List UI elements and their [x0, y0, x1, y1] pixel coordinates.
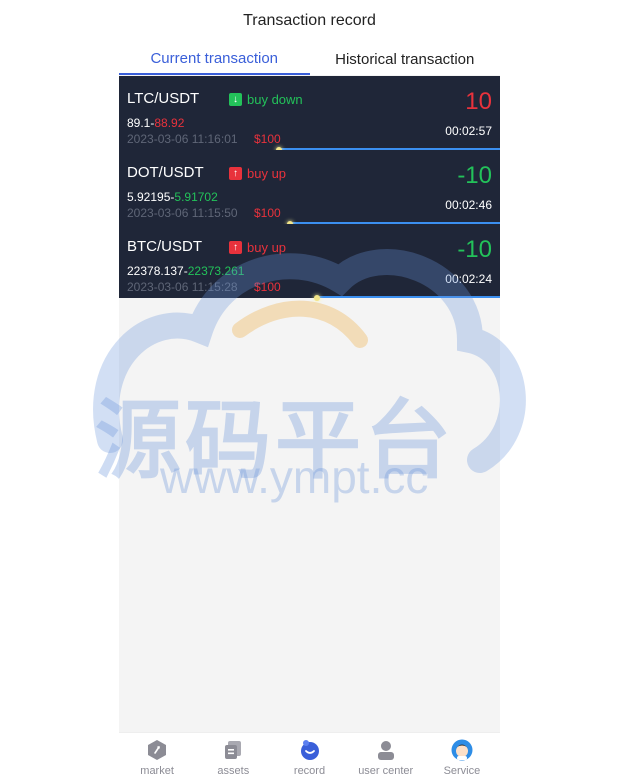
current-price: 5.91702 — [174, 190, 218, 204]
trade-time: 2023-03-06 11:16:01 — [127, 132, 238, 146]
phone-screen: Transaction record Current transaction H… — [119, 0, 500, 780]
record-icon — [300, 740, 319, 760]
trade-profit: 10 — [465, 88, 492, 115]
arrow-up-icon: ↑ — [229, 241, 242, 254]
tabbar-label: user center — [358, 765, 414, 777]
tabbar-label: Service — [443, 765, 481, 777]
open-price: 5.92195 — [127, 190, 171, 204]
bottom-tabbar: market assets record user center Service — [119, 732, 500, 780]
current-price: 88.92 — [154, 116, 185, 130]
trade-prices: 5.92195-5.91702 — [127, 190, 218, 204]
progress-dot — [314, 295, 321, 301]
trade-countdown: 00:02:46 — [445, 198, 492, 212]
tabbar-item-record[interactable]: record — [271, 733, 347, 780]
service-avatar-icon — [451, 739, 473, 761]
trade-card[interactable]: LTC/USDT ↓ buy down 89.1-88.92 2023-03-0… — [119, 76, 500, 153]
open-price: 89.1 — [127, 116, 151, 130]
trade-time: 2023-03-06 11:15:50 — [127, 206, 238, 220]
current-price: 22373.261 — [187, 264, 245, 278]
trade-direction: ↑ buy up — [229, 240, 286, 255]
trade-pair: BTC/USDT — [127, 238, 202, 255]
trade-amount: $100 — [254, 132, 281, 146]
trade-countdown: 00:02:24 — [445, 272, 492, 286]
market-icon — [148, 740, 167, 760]
tabbar-label: record — [293, 765, 326, 777]
tabbar-item-market[interactable]: market — [119, 733, 195, 780]
progress-line — [317, 296, 500, 298]
tabbar-label: market — [140, 765, 174, 777]
trade-direction: ↑ buy up — [229, 166, 286, 181]
tabbar-item-service[interactable]: Service — [424, 733, 500, 780]
trade-prices: 22378.137-22373.261 — [127, 264, 244, 278]
trade-prices: 89.1-88.92 — [127, 116, 184, 130]
trade-list: LTC/USDT ↓ buy down 89.1-88.92 2023-03-0… — [119, 76, 500, 301]
trade-profit: -10 — [457, 162, 492, 189]
trade-direction-label: buy up — [247, 240, 287, 255]
tabbar-item-assets[interactable]: assets — [195, 733, 271, 780]
record-tabs: Current transaction Historical transacti… — [119, 42, 500, 75]
arrow-up-icon: ↑ — [229, 167, 242, 180]
trade-progress — [119, 295, 500, 301]
trade-card[interactable]: DOT/USDT ↑ buy up 5.92195-5.91702 2023-0… — [119, 150, 500, 227]
trade-direction-label: buy down — [247, 92, 303, 107]
page-title: Transaction record — [243, 12, 376, 29]
tabbar-item-user-center[interactable]: user center — [348, 733, 424, 780]
page-header: Transaction record — [119, 0, 500, 43]
tabbar-label: assets — [217, 765, 250, 777]
trade-pair: DOT/USDT — [127, 164, 204, 181]
trade-profit: -10 — [457, 236, 492, 263]
trade-pair: LTC/USDT — [127, 90, 200, 107]
trade-direction-label: buy up — [247, 166, 287, 181]
trade-card[interactable]: BTC/USDT ↑ buy up 22378.137-22373.261 20… — [119, 224, 500, 301]
trade-amount: $100 — [254, 280, 281, 294]
arrow-down-icon: ↓ — [229, 93, 242, 106]
trade-direction: ↓ buy down — [229, 92, 303, 107]
tab-historical-transaction[interactable]: Historical transaction — [310, 42, 501, 75]
trade-countdown: 00:02:57 — [445, 124, 492, 138]
assets-icon — [225, 741, 242, 759]
trade-time: 2023-03-06 11:15:28 — [127, 280, 238, 294]
tab-current-transaction[interactable]: Current transaction — [119, 42, 310, 75]
user-icon — [377, 741, 394, 760]
trade-amount: $100 — [254, 206, 281, 220]
open-price: 22378.137 — [127, 264, 184, 278]
